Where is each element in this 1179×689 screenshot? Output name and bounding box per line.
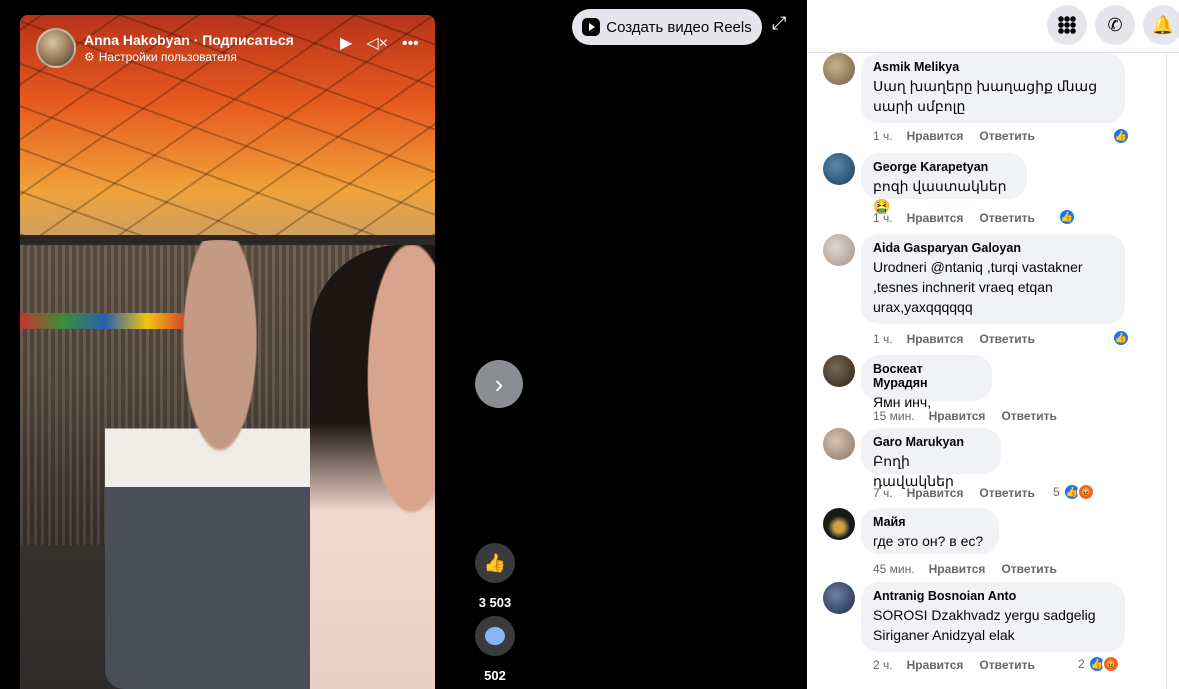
avatar[interactable] (823, 234, 855, 266)
comment-time[interactable]: 1 ч. (873, 332, 893, 346)
reply-link[interactable]: Ответить (1001, 562, 1056, 576)
like-link[interactable]: Нравится (907, 486, 964, 500)
video-controls: ▶ ◁× ••• (340, 35, 419, 53)
comment-text: Urodneri @ntaniq ,turqi vastakner ,tesne… (873, 259, 1083, 315)
reply-link[interactable]: Ответить (979, 486, 1034, 500)
like-link[interactable]: Нравится (907, 658, 964, 672)
reactions[interactable]: 5 👍 😡 (1053, 483, 1095, 501)
notifications-button[interactable]: 🔔 (1143, 5, 1179, 45)
comment-author[interactable]: Antranig Bosnoian Anto (873, 589, 1113, 603)
comment-bubble: Майя где это он? в ес? (861, 508, 999, 554)
comment-author[interactable]: Майя (873, 515, 987, 529)
like-reaction-icon: 👍 (1112, 329, 1130, 347)
comment-text: где это он? в ес? (873, 533, 984, 549)
like-link[interactable]: Нравится (907, 332, 964, 346)
comments-count: 502 (484, 668, 506, 683)
user-settings-link[interactable]: ⚙ Настройки пользователя (84, 50, 294, 64)
top-bar: ✆ 🔔 (807, 0, 1179, 53)
like-link[interactable]: Нравится (929, 409, 986, 423)
reactions[interactable]: 👍 (1112, 329, 1130, 347)
like-link[interactable]: Нравится (929, 562, 986, 576)
like-reaction-icon: 👍 (1058, 208, 1076, 226)
create-reels-button[interactable]: Создать видео Reels (572, 9, 762, 45)
comment-author[interactable]: Aida Gasparyan Galoyan (873, 241, 1113, 255)
comment-time[interactable]: 45 мин. (873, 562, 915, 576)
comment-author[interactable]: Воскеат Мурадян (873, 362, 980, 390)
comment-action[interactable]: 502 (475, 616, 515, 683)
messenger-button[interactable]: ✆ (1095, 5, 1135, 45)
angry-reaction-icon: 😡 (1101, 655, 1120, 673)
like-link[interactable]: Нравится (907, 211, 964, 225)
video-header: Anna Hakobyan · Подписаться ⚙ Настройки … (36, 28, 294, 68)
chevron-right-icon: › (494, 368, 504, 399)
author-name-follow[interactable]: Anna Hakobyan · Подписаться (84, 32, 294, 48)
comment-bubble: Garo Marukyan Բողի դավակներ (861, 428, 1001, 489)
bell-icon: 🔔 (1151, 14, 1175, 35)
comment-author[interactable]: Asmik Melikya (873, 60, 1113, 74)
reply-link[interactable]: Ответить (979, 129, 1034, 143)
author-avatar[interactable] (36, 28, 76, 68)
reel-video[interactable] (20, 15, 435, 689)
comments-panel: ✆ 🔔 Asmik Melikya Սաղ խաղերը խաղացիք մնա… (807, 0, 1179, 689)
person-left (105, 240, 335, 689)
like-link[interactable]: Нравится (907, 129, 964, 143)
comment-time[interactable]: 15 мин. (873, 409, 915, 423)
avatar[interactable] (823, 428, 855, 460)
comment-text: SOROSI Dzakhvadz yergu sadgelig Sirigane… (873, 607, 1096, 643)
mute-icon[interactable]: ◁× (366, 35, 388, 53)
reactions[interactable]: 👍 (1058, 208, 1076, 226)
menu-button[interactable] (1047, 5, 1087, 45)
comment-text: Բողի դավակներ (873, 453, 954, 489)
reels-icon (582, 18, 601, 36)
comment-time[interactable]: 1 ч. (873, 129, 893, 143)
gear-icon: ⚙ (84, 50, 95, 64)
like-action[interactable]: 👍 3 503 (475, 543, 515, 610)
comment-text: Սաղ խաղերը խաղացիք մնաց սարի սմբոլը (873, 78, 1098, 114)
thumbs-up-icon: 👍 (483, 552, 507, 573)
next-video-button[interactable]: › (475, 360, 523, 408)
comment-list[interactable]: Asmik Melikya Սաղ խաղերը խաղացիք մնաց սա… (807, 53, 1167, 689)
reply-link[interactable]: Ответить (979, 658, 1034, 672)
avatar[interactable] (823, 355, 855, 387)
reply-link[interactable]: Ответить (979, 211, 1034, 225)
comment-time[interactable]: 7 ч. (873, 486, 893, 500)
comment-bubble: Aida Gasparyan Galoyan Urodneri @ntaniq … (861, 234, 1125, 324)
more-icon[interactable]: ••• (402, 35, 419, 53)
grid-icon (1058, 16, 1076, 34)
create-reels-label: Создать видео Reels (606, 18, 752, 36)
reaction-count: 2 (1078, 657, 1085, 671)
person-right (310, 245, 435, 689)
user-settings-label: Настройки пользователя (98, 50, 237, 64)
avatar[interactable] (823, 508, 855, 540)
comment-bubble: George Karapetyan բոզի վաստակներ🤮 (861, 153, 1027, 214)
reaction-count: 5 (1053, 485, 1060, 499)
reply-link[interactable]: Ответить (1001, 409, 1056, 423)
reactions[interactable]: 👍 (1112, 127, 1130, 145)
scrollbar[interactable] (1166, 53, 1174, 689)
play-icon[interactable]: ▶ (340, 35, 352, 53)
avatar[interactable] (823, 582, 855, 614)
comment-time[interactable]: 1 ч. (873, 211, 893, 225)
video-viewer: Anna Hakobyan · Подписаться ⚙ Настройки … (0, 0, 807, 689)
like-reaction-icon: 👍 (1112, 127, 1130, 145)
comment-bubble: Asmik Melikya Սաղ խաղերը խաղացիք մնաց սա… (861, 53, 1125, 123)
reactions[interactable]: 2 👍 😡 (1078, 655, 1120, 673)
comment-text: բոզի վաստակներ🤮 (873, 178, 1007, 214)
reply-link[interactable]: Ответить (979, 332, 1034, 346)
angry-reaction-icon: 😡 (1076, 483, 1095, 501)
comment-time[interactable]: 2 ч. (873, 658, 893, 672)
comment-author[interactable]: Garo Marukyan (873, 435, 989, 449)
comment-bubble: Воскеат Мурадян Ямн инч, (861, 355, 992, 410)
comment-icon (485, 627, 505, 645)
comment-author[interactable]: George Karapetyan (873, 160, 1015, 174)
avatar[interactable] (823, 153, 855, 185)
likes-count: 3 503 (478, 595, 512, 610)
messenger-icon: ✆ (1107, 14, 1123, 35)
comment-bubble: Antranig Bosnoian Anto SOROSI Dzakhvadz … (861, 582, 1125, 652)
fullscreen-icon[interactable]: ⤢ (772, 13, 786, 34)
avatar[interactable] (823, 53, 855, 85)
